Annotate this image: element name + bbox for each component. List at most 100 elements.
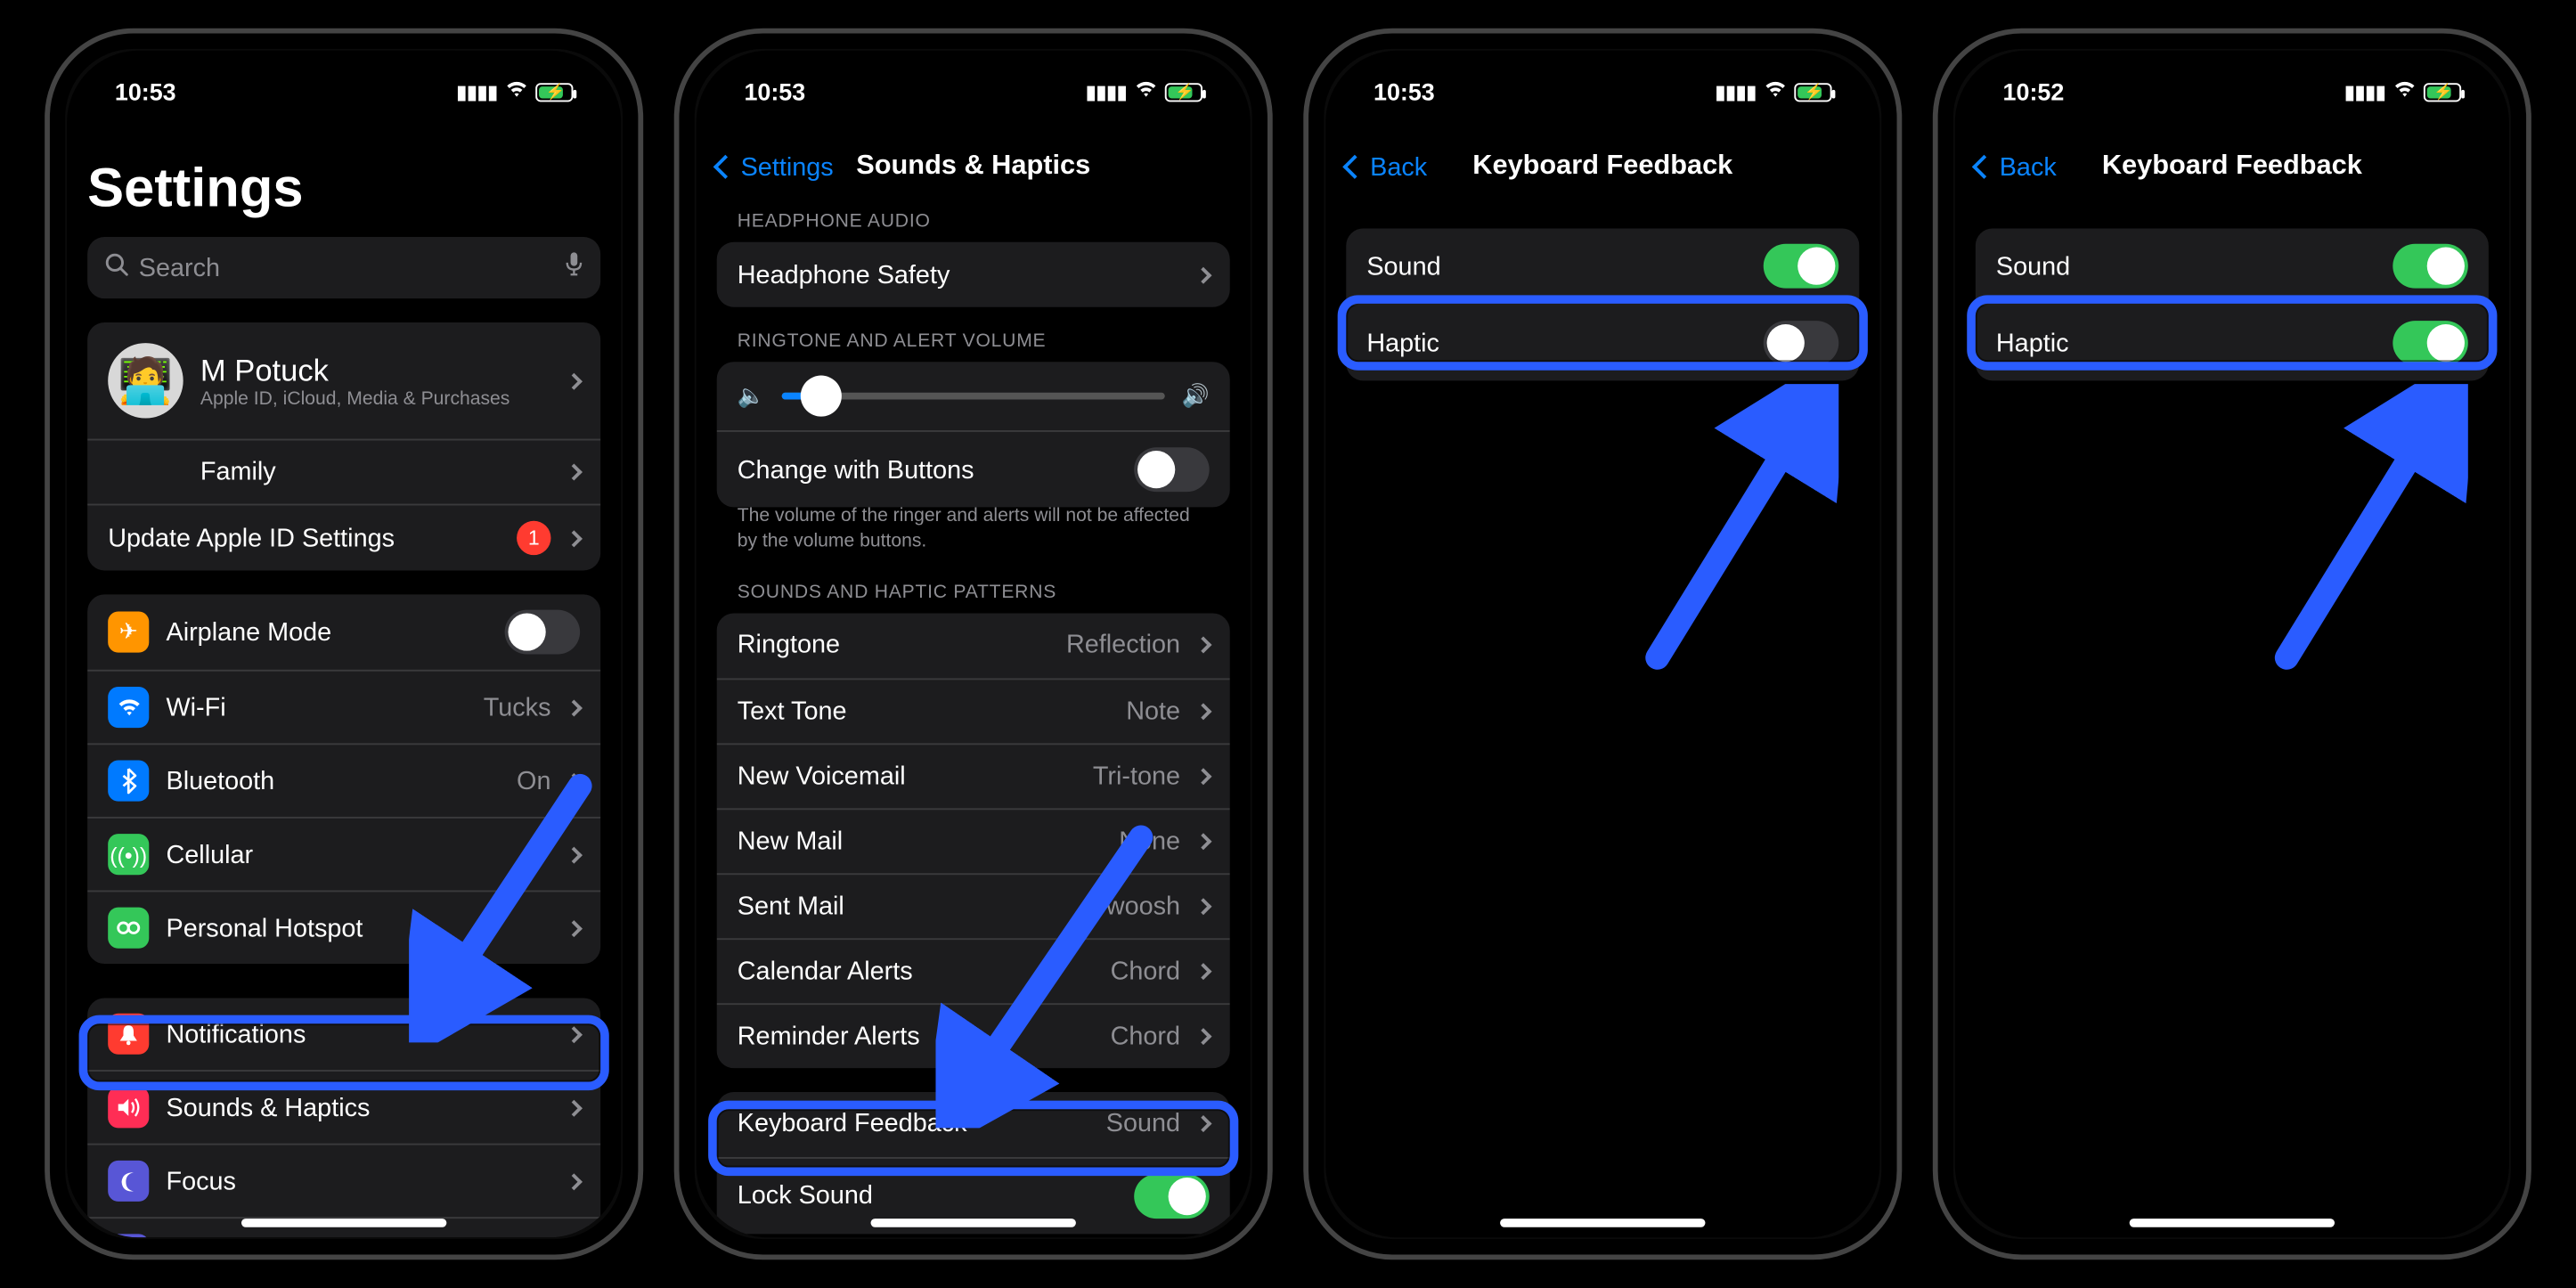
haptic-toggle[interactable]	[2393, 321, 2467, 365]
calendar-alerts-cell[interactable]: Calendar Alerts Chord	[717, 938, 1230, 1003]
home-indicator[interactable]	[871, 1219, 1076, 1227]
hourglass-icon	[108, 1234, 149, 1237]
cell-value: On	[517, 766, 550, 795]
haptic-cell[interactable]: Haptic	[1976, 304, 2489, 380]
section-footer: The volume of the ringer and alerts will…	[738, 504, 1210, 555]
account-sub: Apple ID, iCloud, Media & Purchases	[200, 388, 509, 409]
phone-keyboard-feedback-off: 10:53 ▮▮▮▮ ⚡ Back Keyboard Feedback	[1303, 29, 1902, 1259]
notifications-cell[interactable]: Notifications	[87, 998, 600, 1070]
cellular-icon: ▮▮▮▮	[456, 80, 498, 102]
sound-cell[interactable]: Sound	[1976, 228, 2489, 303]
hotspot-cell[interactable]: Personal Hotspot	[87, 890, 600, 964]
cellular-cell[interactable]: ((•)) Cellular	[87, 817, 600, 891]
haptic-cell[interactable]: Haptic	[1346, 304, 1859, 380]
cell-label: Focus	[166, 1167, 235, 1196]
sound-toggle[interactable]	[1764, 244, 1838, 289]
update-apple-id-cell[interactable]: Update Apple ID Settings 1	[87, 504, 600, 571]
chevron-right-icon	[566, 846, 583, 863]
status-time: 10:53	[744, 77, 805, 105]
chevron-right-icon	[1194, 963, 1211, 980]
cell-label: Text Tone	[738, 697, 847, 726]
cell-label: Calendar Alerts	[738, 957, 913, 986]
status-icons: ▮▮▮▮ ⚡	[1086, 79, 1202, 103]
new-mail-cell[interactable]: New Mail None	[717, 808, 1230, 873]
page-title: Settings	[87, 157, 600, 220]
haptic-toggle[interactable]	[1764, 321, 1838, 365]
chevron-right-icon	[1194, 703, 1211, 720]
cell-value: Chord	[1111, 957, 1180, 986]
wifi-cell[interactable]: Wi-Fi Tucks	[87, 670, 600, 744]
home-indicator[interactable]	[1500, 1219, 1705, 1227]
home-indicator[interactable]	[2130, 1219, 2335, 1227]
airplane-mode-cell[interactable]: ✈ Airplane Mode	[87, 594, 600, 669]
notch	[232, 51, 455, 102]
badge: 1	[517, 521, 550, 555]
back-button[interactable]: Settings	[710, 133, 834, 201]
apple-id-cell[interactable]: 🧑‍💻 M Potuck Apple ID, iCloud, Media & P…	[87, 322, 600, 439]
chevron-right-icon	[1194, 637, 1211, 654]
back-button[interactable]: Back	[1969, 133, 2057, 201]
volume-slider-row: 🔈 🔊	[717, 362, 1230, 430]
sent-mail-cell[interactable]: Sent Mail Swoosh	[717, 873, 1230, 938]
cell-label: Sound	[1996, 251, 2070, 281]
volume-slider[interactable]	[782, 393, 1164, 400]
family-label: Family	[200, 458, 276, 487]
page-title: Keyboard Feedback	[1472, 151, 1732, 183]
family-cell[interactable]: Family	[87, 439, 600, 504]
battery-icon: ⚡	[2424, 82, 2461, 101]
status-time: 10:53	[115, 77, 176, 105]
chevron-right-icon	[1194, 898, 1211, 915]
cell-value: Sound	[1106, 1110, 1180, 1139]
new-voicemail-cell[interactable]: New Voicemail Tri-tone	[717, 743, 1230, 808]
text-tone-cell[interactable]: Text Tone Note	[717, 678, 1230, 743]
cell-value: Swoosh	[1089, 892, 1180, 921]
cell-label: Bluetooth	[166, 766, 274, 795]
avatar: 🧑‍💻	[108, 343, 183, 418]
focus-cell[interactable]: Focus	[87, 1144, 600, 1218]
sounds-haptics-cell[interactable]: Sounds & Haptics	[87, 1070, 600, 1144]
bell-icon	[108, 1014, 149, 1055]
status-icons: ▮▮▮▮ ⚡	[456, 79, 573, 103]
moon-icon	[108, 1161, 149, 1202]
chevron-right-icon	[566, 699, 583, 716]
search-input[interactable]: Search	[87, 237, 600, 298]
change-with-buttons-cell[interactable]: Change with Buttons	[717, 430, 1230, 507]
cell-value: Tri-tone	[1093, 762, 1180, 791]
cell-value: Note	[1126, 697, 1180, 726]
sound-toggle[interactable]	[2393, 244, 2467, 289]
chevron-right-icon	[566, 1099, 583, 1116]
cell-label: Sound	[1366, 251, 1440, 281]
sound-cell[interactable]: Sound	[1346, 228, 1859, 303]
battery-icon: ⚡	[1794, 82, 1831, 101]
headphone-safety-cell[interactable]: Headphone Safety	[717, 242, 1230, 307]
chevron-right-icon	[1194, 1115, 1211, 1132]
chevron-right-icon	[1194, 833, 1211, 850]
cell-label: Ringtone	[738, 631, 840, 660]
phone-settings-root: 10:53 ▮▮▮▮ ⚡ Settings Search	[45, 29, 643, 1259]
lock-sound-toggle[interactable]	[1134, 1174, 1209, 1219]
reminder-alerts-cell[interactable]: Reminder Alerts Chord	[717, 1003, 1230, 1068]
change-buttons-toggle[interactable]	[1134, 447, 1209, 492]
mic-icon[interactable]	[565, 250, 583, 284]
cell-label: Lock Sound	[738, 1181, 873, 1211]
notch	[2121, 51, 2344, 102]
section-header: HEADPHONE AUDIO	[738, 211, 1210, 232]
ringtone-cell[interactable]: Ringtone Reflection	[717, 613, 1230, 678]
cell-value: Tucks	[484, 693, 551, 722]
back-label: Back	[2000, 152, 2057, 182]
battery-icon: ⚡	[535, 82, 573, 101]
update-label: Update Apple ID Settings	[108, 524, 395, 553]
back-label: Settings	[741, 152, 834, 182]
back-button[interactable]: Back	[1340, 133, 1428, 201]
chevron-right-icon	[566, 372, 583, 389]
page-title: Keyboard Feedback	[2102, 151, 2362, 183]
cell-value: None	[1119, 827, 1180, 856]
volume-high-icon: 🔊	[1182, 382, 1210, 410]
page-title: Sounds & Haptics	[856, 151, 1090, 183]
airplane-toggle[interactable]	[505, 610, 580, 655]
phone-sounds-haptics: 10:53 ▮▮▮▮ ⚡ Settings Sounds & Haptics	[674, 29, 1273, 1259]
keyboard-feedback-cell[interactable]: Keyboard Feedback Sound	[717, 1091, 1230, 1156]
nav-bar: Back Keyboard Feedback	[1969, 133, 2495, 201]
home-indicator[interactable]	[241, 1219, 446, 1227]
bluetooth-cell[interactable]: Bluetooth On	[87, 743, 600, 817]
